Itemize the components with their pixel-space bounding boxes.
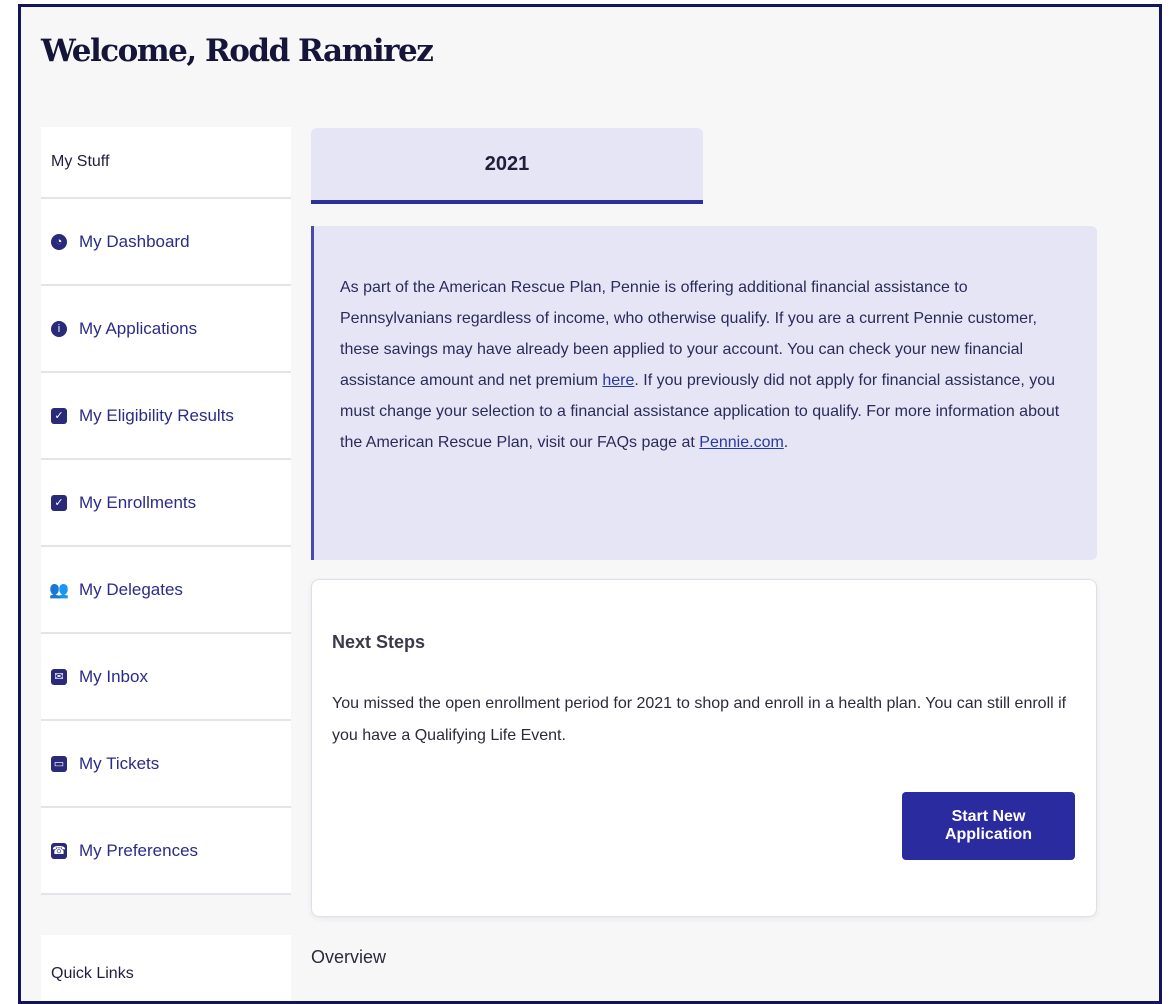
sidebar-item-label: My Inbox [79,666,148,686]
sidebar-item-label: My Applications [79,318,198,338]
overview-heading: Overview [311,947,387,967]
quick-links-heading: Quick Links [51,965,134,982]
sidebar-item-eligibility-results[interactable]: ✓ My Eligibility Results [41,373,291,460]
sidebar-item-enrollments[interactable]: ✓ My Enrollments [41,460,291,547]
sidebar-item-label: My Tickets [79,753,160,773]
welcome-heading: Welcome, Rodd Ramirez [41,33,434,69]
phone-icon: ☎ [51,842,67,859]
sidebar-item-dashboard[interactable]: ◔ My Dashboard [41,199,291,286]
sidebar-item-label: My Dashboard [79,231,190,251]
american-rescue-plan-banner: As part of the American Rescue Plan, Pen… [311,226,1097,560]
sidebar-item-label: My Enrollments [79,492,197,512]
users-icon: 👥 [49,581,69,599]
checkbox-icon: ✓ [51,494,67,511]
sidebar-item-inbox[interactable]: ✉ My Inbox [41,634,291,721]
sidebar-heading: My Stuff [41,127,291,199]
ticket-icon: ▭ [51,755,67,772]
sidebar-item-applications[interactable]: i My Applications [41,286,291,373]
page-frame: Welcome, Rodd Ramirez My Stuff ◔ My Dash… [18,4,1162,1004]
pennie-com-link[interactable]: Pennie.com [699,434,784,451]
next-steps-text: You missed the open enrollment period fo… [332,695,1067,744]
tab-2021[interactable]: 2021 [311,128,703,204]
sidebar-item-tickets[interactable]: ▭ My Tickets [41,721,291,808]
clipboard-check-icon: ✓ [51,407,67,424]
sidebar-item-label: My Delegates [79,579,183,599]
banner-text-3: . [783,434,789,451]
dashboard-icon: ◔ [51,233,67,250]
start-new-application-button[interactable]: Start New Application [902,792,1075,860]
envelope-icon: ✉ [51,668,67,685]
sidebar: My Stuff ◔ My Dashboard i My Application… [41,127,291,895]
here-link[interactable]: here [602,372,634,389]
sidebar-item-label: My Eligibility Results [79,405,234,425]
next-steps-card: Next Steps You missed the open enrollmen… [311,579,1097,917]
quick-links-panel: Quick Links [41,935,291,1001]
sidebar-item-delegates[interactable]: 👥 My Delegates [41,547,291,634]
next-steps-title: Next Steps [332,632,426,652]
sidebar-item-preferences[interactable]: ☎ My Preferences [41,808,291,895]
sidebar-item-label: My Preferences [79,840,199,860]
info-icon: i [51,320,67,337]
